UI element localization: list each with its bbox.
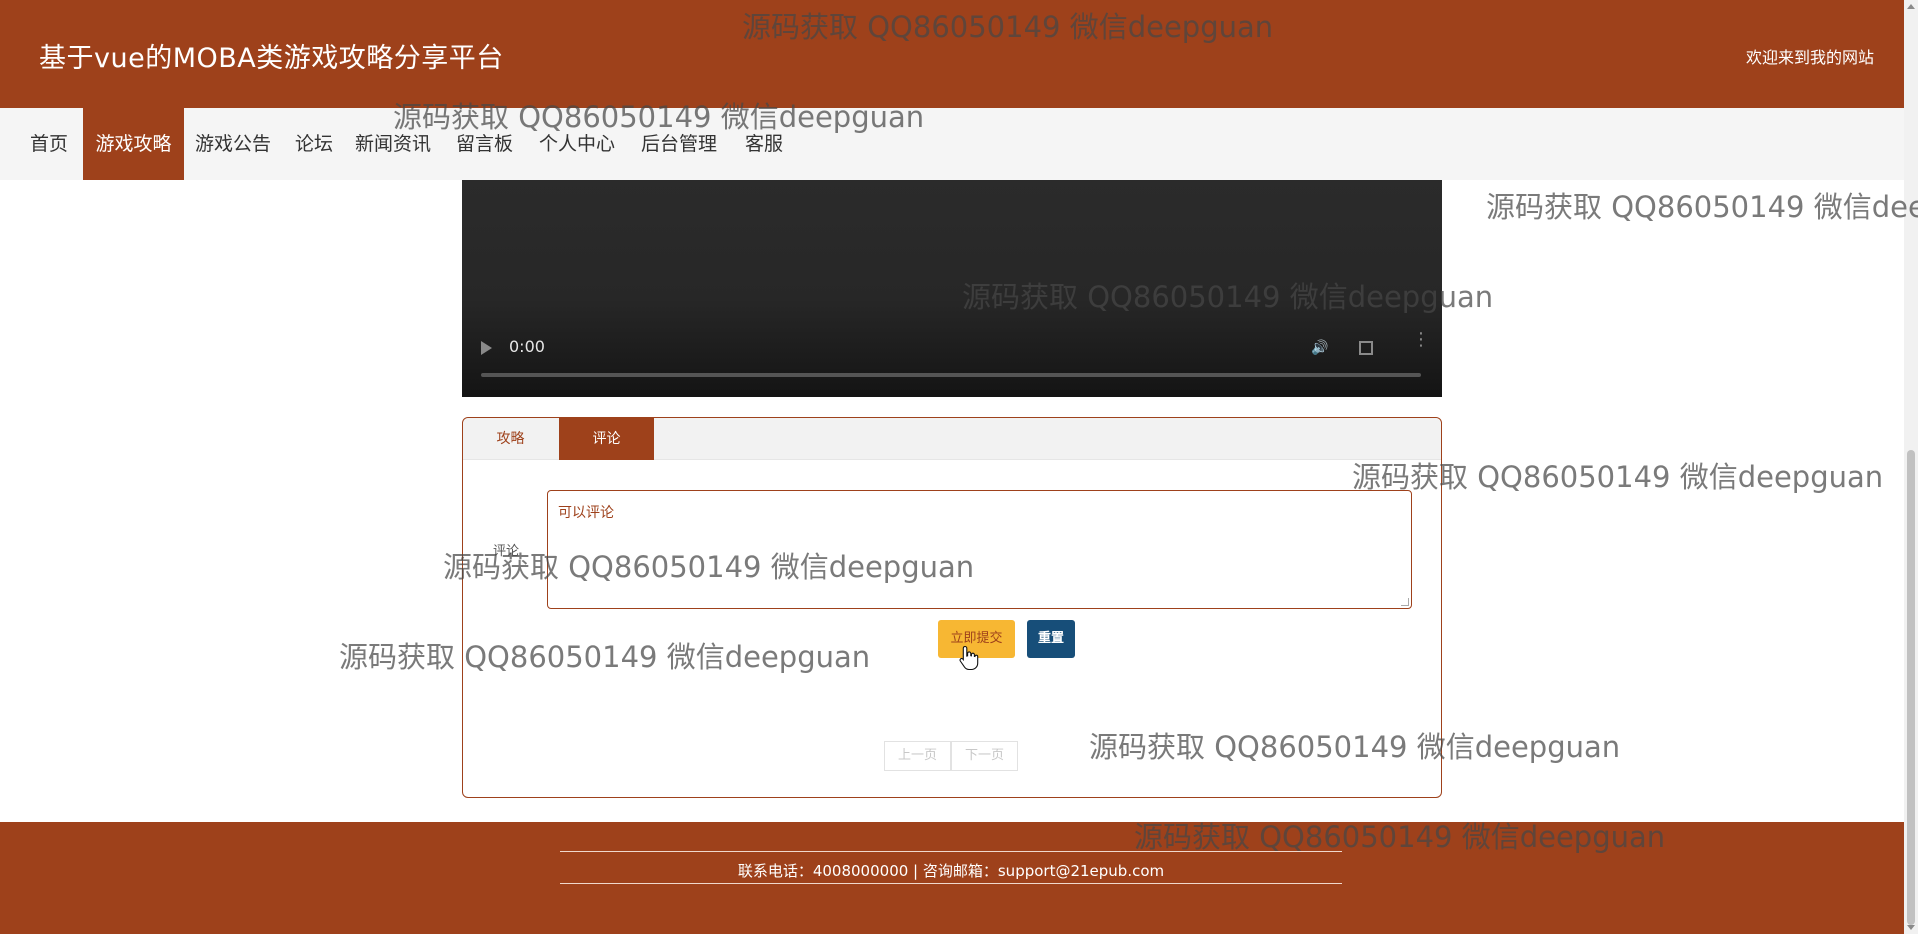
play-icon[interactable] xyxy=(481,341,492,355)
welcome-text: 欢迎来到我的网站 xyxy=(1745,48,1874,67)
tab-comment[interactable]: 评论 xyxy=(559,418,654,460)
site-title: 基于vue的MOBA类游戏攻略分享平台 xyxy=(39,43,504,74)
nav-item-personal-center[interactable]: 个人中心 xyxy=(528,108,626,180)
video-player[interactable]: 0:00 🔊 ⋮ xyxy=(462,180,1442,397)
tab-bar: 攻略 评论 xyxy=(463,418,1441,460)
site-footer: 联系电话：4008000000 | 咨询邮箱：support@21epub.co… xyxy=(0,822,1904,934)
nav-item-game-notices[interactable]: 游戏公告 xyxy=(184,108,282,180)
video-progress-bar[interactable] xyxy=(481,373,1421,377)
nav-item-game-guides[interactable]: 游戏攻略 xyxy=(83,108,184,180)
nav-item-forum[interactable]: 论坛 xyxy=(284,108,344,180)
page-scrollbar[interactable] xyxy=(1904,0,1918,934)
detail-panel: 攻略 评论 评论 可以评论 立即提交 重置 上一页 下一页 xyxy=(462,417,1442,798)
comment-textarea[interactable]: 可以评论 xyxy=(547,490,1412,609)
comment-placeholder: 可以评论 xyxy=(558,505,614,521)
scroll-thumb[interactable] xyxy=(1907,450,1915,925)
footer-divider-top xyxy=(560,851,1342,852)
volume-icon[interactable]: 🔊 xyxy=(1311,340,1328,356)
scroll-up-icon[interactable] xyxy=(1907,4,1915,9)
more-icon[interactable]: ⋮ xyxy=(1412,331,1430,349)
tab-guide[interactable]: 攻略 xyxy=(463,418,558,460)
video-time: 0:00 xyxy=(509,337,545,356)
prev-page-button[interactable]: 上一页 xyxy=(884,741,951,771)
nav-item-customer-service[interactable]: 客服 xyxy=(734,108,794,180)
site-header: 基于vue的MOBA类游戏攻略分享平台 欢迎来到我的网站 xyxy=(0,0,1904,108)
watermark: 源码获取 QQ86050149 微信deepguan xyxy=(1486,190,1918,224)
next-page-button[interactable]: 下一页 xyxy=(951,741,1018,771)
nav-item-home[interactable]: 首页 xyxy=(19,108,79,180)
main-nav: 首页 游戏攻略 游戏公告 论坛 新闻资讯 留言板 个人中心 后台管理 客服 xyxy=(0,108,1904,180)
resize-grip[interactable] xyxy=(1401,598,1409,606)
footer-contact: 联系电话：4008000000 | 咨询邮箱：support@21epub.co… xyxy=(737,862,1165,880)
nav-item-message-board[interactable]: 留言板 xyxy=(445,108,524,180)
nav-item-news[interactable]: 新闻资讯 xyxy=(344,108,442,180)
fullscreen-icon[interactable] xyxy=(1359,341,1373,355)
hand-cursor-icon xyxy=(959,645,979,671)
nav-item-admin[interactable]: 后台管理 xyxy=(630,108,728,180)
footer-divider-bottom xyxy=(560,883,1342,884)
scroll-down-icon[interactable] xyxy=(1907,925,1915,930)
comment-label: 评论 xyxy=(493,544,520,559)
reset-button[interactable]: 重置 xyxy=(1027,620,1075,658)
